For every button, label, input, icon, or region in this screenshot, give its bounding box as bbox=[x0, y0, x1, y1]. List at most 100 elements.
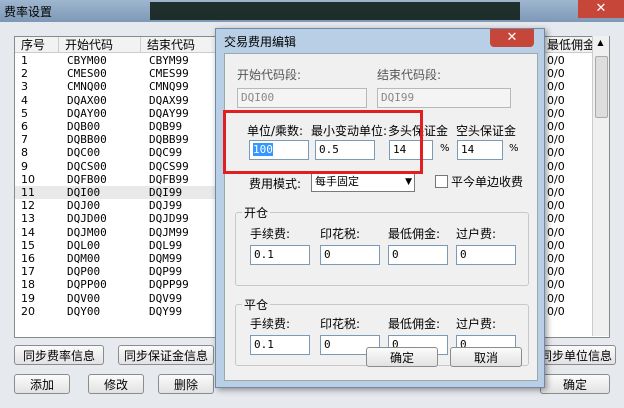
close-fee-label: 手续费: bbox=[250, 317, 291, 331]
row-end-code: DQL99 bbox=[149, 238, 183, 252]
row-start-code: DQBB00 bbox=[67, 133, 107, 147]
col-header-end-code[interactable]: 结束代码 bbox=[141, 37, 223, 53]
delete-button[interactable]: 删除 bbox=[158, 374, 214, 394]
row-end-code: DQP99 bbox=[149, 265, 183, 279]
min-commission-cell: 0/0 bbox=[547, 199, 565, 213]
modify-button[interactable]: 修改 bbox=[88, 374, 144, 394]
table-row[interactable]: 13 DQJD00 DQJD99 bbox=[15, 212, 223, 225]
table-row[interactable]: 3 CMNQ00 CMNQ99 bbox=[15, 80, 223, 93]
scroll-up-icon[interactable]: ▲ bbox=[595, 38, 606, 48]
min-commission-cell: 0/0 bbox=[547, 159, 565, 173]
short-margin-input[interactable]: 14 bbox=[457, 140, 503, 160]
open-fee-input[interactable]: 0.1 bbox=[250, 245, 310, 265]
row-start-code: DQJ00 bbox=[67, 199, 101, 213]
row-end-code: DQC99 bbox=[149, 146, 183, 160]
row-end-code: DQPP99 bbox=[149, 278, 189, 292]
list-scrollbar[interactable]: ▲ bbox=[592, 36, 609, 336]
row-index: 1 bbox=[21, 54, 28, 67]
table-row[interactable]: 14 DQJM00 DQJM99 bbox=[15, 226, 223, 239]
outer-close-button[interactable]: ✕ bbox=[578, 0, 624, 18]
add-button[interactable]: 添加 bbox=[14, 374, 70, 394]
open-min-comm-input[interactable]: 0 bbox=[388, 245, 448, 265]
close-group-title: 平仓 bbox=[242, 296, 271, 313]
long-margin-percent: % bbox=[440, 143, 450, 154]
short-margin-label: 空头保证金 bbox=[456, 124, 517, 138]
row-index: 19 bbox=[21, 291, 35, 305]
table-row[interactable]: 2 CMES00 CMES99 bbox=[15, 67, 223, 80]
min-commission-cell: 0/0 bbox=[547, 54, 565, 67]
sync-unit-button[interactable]: 同步单位信息 bbox=[536, 345, 616, 365]
row-index: 11 bbox=[21, 186, 35, 199]
dialog-close-button[interactable]: ✕ bbox=[490, 29, 534, 47]
table-row[interactable]: 16 DQM00 DQM99 bbox=[15, 252, 223, 265]
min-commission-cell: 0/0 bbox=[547, 238, 565, 252]
col-header-start-code[interactable]: 开始代码 bbox=[59, 37, 141, 53]
close-min-comm-label: 最低佣金: bbox=[388, 317, 441, 331]
open-transfer-label: 过户费: bbox=[456, 227, 497, 241]
close-fee-input[interactable]: 0.1 bbox=[250, 335, 310, 355]
table-row[interactable]: 6 DQB00 DQB99 bbox=[15, 120, 223, 133]
row-index: 20 bbox=[21, 304, 35, 318]
dialog-title: 交易费用编辑 bbox=[224, 35, 297, 49]
table-row[interactable]: 20 DQY00 DQY99 bbox=[15, 305, 223, 318]
outer-ok-button[interactable]: 确定 bbox=[540, 374, 610, 394]
table-row[interactable]: 7 DQBB00 DQBB99 bbox=[15, 133, 223, 146]
row-end-code: DQJ99 bbox=[149, 199, 183, 213]
row-end-code: DQB99 bbox=[149, 120, 183, 133]
chevron-down-icon: ▼ bbox=[405, 177, 412, 187]
open-group-title: 开仓 bbox=[242, 204, 271, 221]
row-end-code: DQCS99 bbox=[149, 159, 189, 173]
end-code-field[interactable]: DQI99 bbox=[377, 88, 511, 108]
sync-margin-button[interactable]: 同步保证金信息 bbox=[118, 345, 214, 365]
table-row[interactable]: 17 DQP00 DQP99 bbox=[15, 265, 223, 278]
table-row[interactable]: 10 DQFB00 DQFB99 bbox=[15, 173, 223, 186]
row-index: 5 bbox=[21, 106, 28, 120]
table-row[interactable]: 12 DQJ00 DQJ99 bbox=[15, 199, 223, 212]
row-end-code: CMES99 bbox=[149, 67, 189, 81]
outer-window-title: 费率设置 bbox=[4, 5, 53, 19]
scroll-thumb[interactable] bbox=[595, 56, 608, 118]
table-row[interactable]: 18 DQPP00 DQPP99 bbox=[15, 278, 223, 291]
row-end-code: DQJD99 bbox=[149, 212, 189, 226]
min-commission-cell: 0/0 bbox=[547, 80, 565, 94]
table-row[interactable]: 11 DQI00 DQI99 bbox=[15, 186, 223, 199]
table-row[interactable]: 4 DQAX00 DQAX99 bbox=[15, 94, 223, 107]
dialog-cancel-button[interactable]: 取消 bbox=[450, 347, 522, 367]
row-start-code: DQAY00 bbox=[67, 106, 107, 120]
row-start-code: CMES00 bbox=[67, 67, 107, 81]
start-code-field[interactable]: DQI00 bbox=[237, 88, 367, 108]
min-commission-cell: 0/0 bbox=[547, 67, 565, 81]
dialog-ok-button[interactable]: 确定 bbox=[366, 347, 438, 367]
row-start-code: DQPP00 bbox=[67, 278, 107, 292]
close-today-checkbox[interactable] bbox=[435, 175, 448, 188]
min-commission-cell: 0/0 bbox=[547, 172, 565, 186]
table-row[interactable]: 1 CBYM00 CBYM99 bbox=[15, 54, 223, 67]
fee-mode-select[interactable]: 每手固定 ▼ bbox=[311, 172, 415, 192]
open-stamp-input[interactable]: 0 bbox=[320, 245, 380, 265]
min-commission-cell: 0/0 bbox=[547, 146, 565, 160]
row-start-code: DQJM00 bbox=[67, 225, 107, 239]
open-transfer-input[interactable]: 0 bbox=[456, 245, 516, 265]
sync-rate-button[interactable]: 同步费率信息 bbox=[14, 345, 104, 365]
table-row[interactable]: 9 DQCS00 DQCS99 bbox=[15, 160, 223, 173]
row-start-code: DQV00 bbox=[67, 291, 101, 305]
col-header-index[interactable]: 序号 bbox=[15, 37, 59, 53]
row-end-code: CMNQ99 bbox=[149, 80, 189, 94]
table-row[interactable]: 5 DQAY00 DQAY99 bbox=[15, 107, 223, 120]
min-commission-cell: 0/0 bbox=[547, 93, 565, 107]
min-commission-cell: 0/0 bbox=[547, 225, 565, 239]
min-commission-cell: 0/0 bbox=[547, 106, 565, 120]
fee-rate-list[interactable]: 序号 开始代码 结束代码 1 CBYM00 CBYM99 2 CMES00 CMES99 3… bbox=[14, 36, 224, 338]
table-row[interactable]: 19 DQV00 DQV99 bbox=[15, 292, 223, 305]
annotation-highlight-box bbox=[223, 110, 423, 174]
row-end-code: DQBB99 bbox=[149, 133, 189, 147]
row-index: 9 bbox=[21, 159, 28, 173]
min-commission-cell: 0/0 bbox=[547, 186, 565, 199]
table-row[interactable]: 8 DQC00 DQC99 bbox=[15, 146, 223, 159]
row-index: 13 bbox=[21, 212, 35, 226]
table-row[interactable]: 15 DQL00 DQL99 bbox=[15, 239, 223, 252]
row-end-code: DQV99 bbox=[149, 291, 183, 305]
min-commission-cell: 0/0 bbox=[547, 278, 565, 292]
min-commission-cell: 0/0 bbox=[547, 252, 565, 265]
fee-edit-dialog: 交易费用编辑 ✕ 开始代码段: 结束代码段: DQI00 DQI99 单位/乘数… bbox=[215, 28, 545, 388]
